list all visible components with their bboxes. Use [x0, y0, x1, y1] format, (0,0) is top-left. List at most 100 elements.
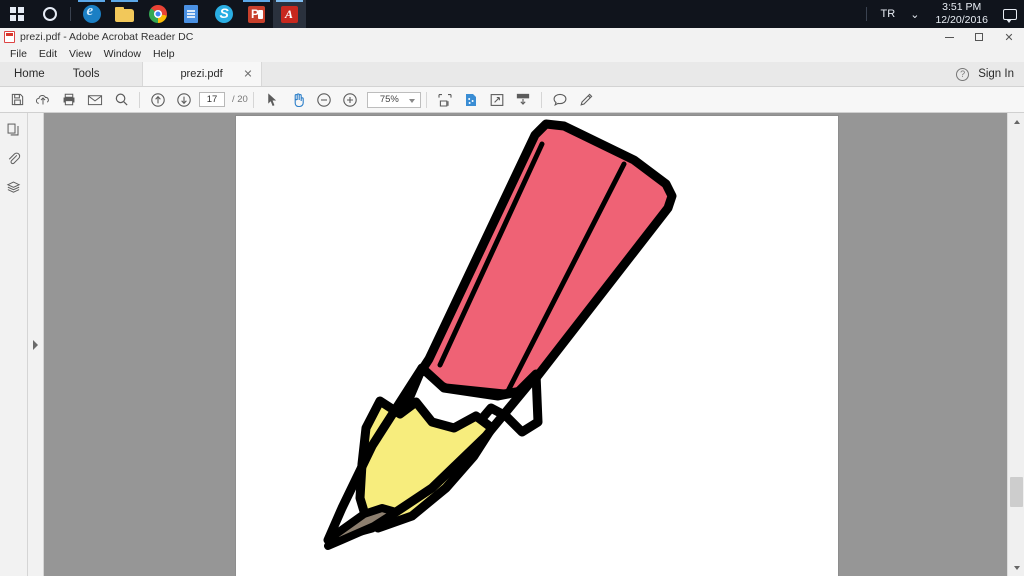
window-title: prezi.pdf - Adobe Acrobat Reader DC — [20, 31, 194, 43]
select-tool-button[interactable] — [259, 88, 285, 112]
document-viewer — [28, 113, 1024, 576]
collapse-panel-button[interactable] — [28, 113, 44, 576]
help-icon[interactable]: ? — [956, 67, 970, 81]
page-canvas[interactable] — [44, 113, 1007, 576]
layers-button[interactable] — [4, 177, 24, 197]
zoom-out-button[interactable] — [311, 88, 337, 112]
taskbar-app-explorer[interactable] — [108, 0, 141, 28]
scroll-thumb[interactable] — [1010, 477, 1023, 507]
chevron-up-icon[interactable]: ⌄ — [902, 8, 927, 21]
restore-icon — [975, 33, 983, 41]
toolbar-divider-1 — [139, 91, 140, 108]
tab-home[interactable]: Home — [0, 62, 59, 86]
taskbar-app-docs[interactable] — [174, 0, 207, 28]
tab-tools[interactable]: Tools — [59, 62, 114, 86]
vertical-scrollbar[interactable] — [1007, 113, 1024, 576]
scroll-mode-button[interactable] — [510, 88, 536, 112]
attachments-button[interactable] — [4, 148, 24, 168]
toolbar-divider-3 — [425, 91, 427, 108]
folder-icon — [115, 6, 134, 22]
edge-icon — [82, 5, 101, 23]
tab-strip-right: ? Sign In — [956, 62, 1024, 86]
workspace — [0, 113, 1024, 576]
upload-button[interactable] — [30, 88, 56, 112]
windows-logo-icon — [9, 7, 24, 21]
page-total-label: / 20 — [232, 94, 248, 105]
menu-bar: File Edit View Window Help — [0, 46, 1024, 62]
taskbar-divider — [70, 7, 71, 21]
toolbar: 17 / 20 75% — [0, 87, 1024, 113]
menu-help[interactable]: Help — [147, 48, 181, 60]
hand-tool-button[interactable] — [285, 88, 311, 112]
taskbar-app-acrobat[interactable] — [273, 0, 306, 28]
taskbar-app-powerpoint[interactable] — [240, 0, 273, 28]
taskbar-app-edge[interactable] — [75, 0, 108, 28]
taskbar-app-chrome[interactable] — [141, 0, 174, 28]
highlight-tool-button[interactable] — [573, 88, 599, 112]
toolbar-divider-2 — [252, 91, 254, 108]
minimize-button[interactable] — [934, 28, 964, 46]
powerpoint-icon — [248, 5, 265, 23]
close-button[interactable]: ✕ — [994, 28, 1024, 46]
acrobat-document-icon — [4, 31, 15, 43]
tab-strip: Home Tools prezi.pdf ✕ ? Sign In — [0, 62, 1024, 87]
search-button[interactable] — [108, 88, 134, 112]
menu-file[interactable]: File — [4, 48, 33, 60]
title-bar: prezi.pdf - Adobe Acrobat Reader DC ✕ — [0, 28, 1024, 46]
acrobat-window: prezi.pdf - Adobe Acrobat Reader DC ✕ Fi… — [0, 28, 1024, 576]
tab-home-label: Home — [14, 68, 45, 80]
chrome-icon — [148, 5, 167, 23]
scrollbar-track[interactable] — [1008, 130, 1024, 559]
chevron-down-icon — [408, 98, 415, 103]
fit-page-button[interactable] — [432, 88, 458, 112]
document-tab-label: prezi.pdf — [180, 68, 223, 80]
document-icon — [183, 5, 198, 23]
action-center-icon — [1003, 8, 1017, 23]
menu-edit[interactable]: Edit — [33, 48, 63, 60]
collapse-panel-icon — [33, 339, 38, 350]
email-button[interactable] — [82, 88, 108, 112]
windows-taskbar: TR ⌄ 3:51 PM 12/20/2016 — [0, 0, 1024, 28]
zoom-level-select[interactable]: 75% — [366, 91, 421, 108]
system-tray: TR ⌄ 3:51 PM 12/20/2016 — [865, 0, 1024, 28]
acrobat-icon — [281, 5, 298, 23]
sign-in-button[interactable]: Sign In — [978, 68, 1014, 80]
clock-date: 12/20/2016 — [935, 14, 988, 26]
page-thumbnails-button[interactable] — [4, 119, 24, 139]
cortana-circle-icon — [42, 7, 57, 21]
taskbar-app-skype[interactable] — [207, 0, 240, 28]
full-screen-button[interactable] — [484, 88, 510, 112]
comment-tool-button[interactable] — [547, 88, 573, 112]
tray-divider — [865, 7, 867, 21]
action-center-button[interactable] — [996, 0, 1024, 28]
fit-width-button[interactable] — [458, 88, 484, 112]
clock[interactable]: 3:51 PM 12/20/2016 — [927, 1, 996, 27]
menu-view[interactable]: View — [63, 48, 98, 60]
navigation-rail — [0, 113, 28, 576]
scroll-down-icon — [1013, 565, 1020, 570]
scroll-down-button[interactable] — [1008, 559, 1024, 576]
minimize-icon — [944, 36, 954, 38]
print-button[interactable] — [56, 88, 82, 112]
restore-button[interactable] — [964, 28, 994, 46]
zoom-in-button[interactable] — [337, 88, 363, 112]
document-tab[interactable]: prezi.pdf ✕ — [141, 62, 262, 86]
save-button[interactable] — [4, 88, 30, 112]
scroll-up-icon — [1013, 119, 1020, 124]
clock-time: 3:51 PM — [942, 1, 982, 13]
page-number-input[interactable]: 17 — [199, 92, 225, 107]
start-button[interactable] — [0, 0, 33, 28]
next-page-button[interactable] — [171, 88, 197, 112]
toolbar-divider-4 — [540, 91, 542, 108]
screen: TR ⌄ 3:51 PM 12/20/2016 prezi.pdf - Adob… — [0, 0, 1024, 576]
menu-window[interactable]: Window — [98, 48, 147, 60]
tab-tools-label: Tools — [72, 68, 100, 80]
cortana-search-button[interactable] — [33, 0, 66, 28]
language-indicator[interactable]: TR — [874, 8, 903, 20]
window-controls: ✕ — [934, 28, 1024, 46]
skype-icon — [214, 5, 233, 23]
close-icon[interactable]: ✕ — [243, 68, 252, 81]
previous-page-button[interactable] — [145, 88, 171, 112]
scroll-up-button[interactable] — [1008, 113, 1024, 130]
pdf-page — [236, 116, 838, 576]
